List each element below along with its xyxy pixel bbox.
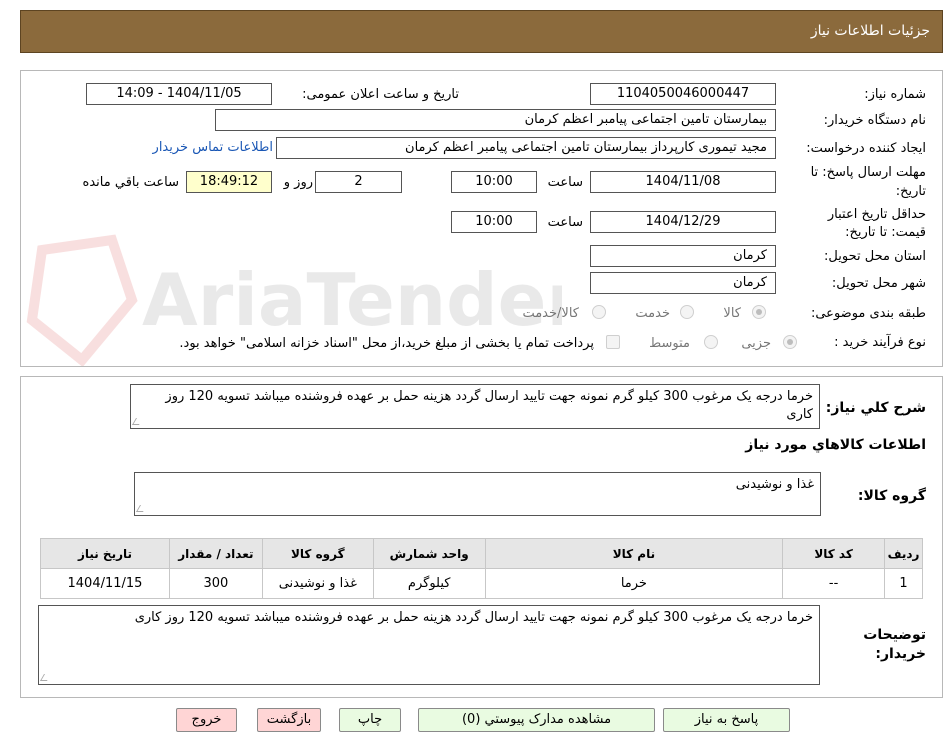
summary-label: شرح کلي نیاز: xyxy=(825,400,926,416)
creator-field: مجید تیموری کارپرداز بیمارستان تامین اجت… xyxy=(276,137,776,159)
process-minor-radio[interactable] xyxy=(783,335,797,349)
buyer-notes-textarea: خرما درجه یک مرغوب 300 کیلو گرم نمونه جه… xyxy=(38,605,820,685)
attachments-button[interactable]: مشاهده مدارک پیوستي (0) xyxy=(418,708,655,732)
goods-table: ردیف کد کالا نام کالا واحد شمارش گروه کا… xyxy=(40,538,923,599)
col-group-header: گروه کالا xyxy=(261,538,374,569)
col-unit-header: واحد شمارش xyxy=(372,538,486,569)
buyer-notes-label-2: خریدار: xyxy=(875,646,926,662)
cell-name: خرما xyxy=(484,568,784,599)
goods-group-text: غذا و نوشیدنی xyxy=(735,477,814,492)
buyer-contact-link[interactable]: اطلاعات تماس خریدار xyxy=(153,140,273,155)
days-label: روز و xyxy=(283,175,313,190)
category-goods-service-radio[interactable] xyxy=(592,305,606,319)
goods-group-label: گروه کالا: xyxy=(857,488,926,504)
summary-textarea: خرما درجه یک مرغوب 300 کیلو گرم نمونه جه… xyxy=(130,384,820,429)
col-qty-header: تعداد / مقدار xyxy=(168,538,263,569)
deadline-date-field: 1404/11/08 xyxy=(590,171,776,193)
cell-qty: 300 xyxy=(168,568,263,599)
buyer-org-label: نام دستگاه خریدار: xyxy=(823,113,926,128)
col-code-header: کد کالا xyxy=(782,538,886,569)
creator-label: ایجاد کننده درخواست: xyxy=(806,141,926,156)
remaining-label: ساعت باقي مانده xyxy=(82,175,179,190)
print-button[interactable]: چاپ xyxy=(339,708,401,732)
province-field: کرمان xyxy=(590,245,776,267)
buyer-notes-label: توضیحات xyxy=(863,627,926,643)
validity-label-2: قیمت: تا تاریخ: xyxy=(845,225,926,240)
buyer-org-field: بیمارستان تامین اجتماعی پیامبر اعظم کرما… xyxy=(215,109,776,131)
cell-row: 1 xyxy=(884,568,923,599)
announce-label: تاریخ و ساعت اعلان عمومی: xyxy=(302,87,459,102)
remaining-time-field: 18:49:12 xyxy=(186,171,272,193)
resize-handle-icon xyxy=(131,418,144,425)
validity-label: حداقل تاریخ اعتبار xyxy=(827,207,926,222)
category-service-label: خدمت xyxy=(635,306,670,321)
process-minor-label: جزیی xyxy=(741,336,771,351)
category-goods-radio[interactable] xyxy=(752,305,766,319)
category-goods-service-label: کالا/خدمت xyxy=(522,306,579,321)
deadline-time-label: ساعت xyxy=(547,175,583,190)
back-button[interactable]: بازگشت xyxy=(257,708,321,732)
col-name-header: نام کالا xyxy=(484,538,784,569)
need-number-label: شماره نیاز: xyxy=(864,87,926,102)
days-field: 2 xyxy=(315,171,402,193)
resize-handle-icon xyxy=(135,505,148,512)
announce-field: 1404/11/05 - 14:09 xyxy=(86,83,272,105)
validity-date-field: 1404/12/29 xyxy=(590,211,776,233)
buyer-notes-text: خرما درجه یک مرغوب 300 کیلو گرم نمونه جه… xyxy=(134,610,813,625)
exit-button[interactable]: خروج xyxy=(176,708,237,732)
resize-handle-icon xyxy=(39,674,52,681)
table-header-row: ردیف کد کالا نام کالا واحد شمارش گروه کا… xyxy=(40,538,923,569)
category-service-radio[interactable] xyxy=(680,305,694,319)
col-row-header: ردیف xyxy=(884,538,923,569)
validity-time-field: 10:00 xyxy=(451,211,537,233)
province-label: استان محل تحویل: xyxy=(824,249,926,264)
cell-date: 1404/11/15 xyxy=(40,568,170,599)
deadline-label-2: تاریخ: xyxy=(895,184,926,199)
cell-group: غذا و نوشیدنی xyxy=(261,568,374,599)
table-row: 1 -- خرما کیلوگرم غذا و نوشیدنی 300 1404… xyxy=(40,568,923,599)
need-number-field: 1104050046000447 xyxy=(590,83,776,105)
goods-section-title: اطلاعات کالاهاي مورد نیاز xyxy=(745,437,926,453)
process-medium-label: متوسط xyxy=(649,336,690,351)
summary-text: خرما درجه یک مرغوب 300 کیلو گرم نمونه جه… xyxy=(165,389,813,422)
goods-group-textarea: غذا و نوشیدنی xyxy=(134,472,821,516)
deadline-time-field: 10:00 xyxy=(451,171,537,193)
respond-button[interactable]: پاسخ به نیاز xyxy=(663,708,790,732)
category-label: طبقه بندی موضوعی: xyxy=(810,306,926,321)
treasury-payment-checkbox[interactable] xyxy=(606,335,620,349)
validity-time-label: ساعت xyxy=(547,215,583,230)
category-goods-label: کالا xyxy=(723,306,741,321)
col-date-header: تاریخ نیاز xyxy=(40,538,170,569)
city-label: شهر محل تحویل: xyxy=(831,276,926,291)
treasury-payment-note: پرداخت تمام یا بخشی از مبلغ خرید،از محل … xyxy=(179,336,594,351)
page-header: جزئیات اطلاعات نیاز xyxy=(20,10,943,53)
deadline-label: مهلت ارسال پاسخ: تا xyxy=(810,165,926,180)
process-medium-radio[interactable] xyxy=(704,335,718,349)
city-field: کرمان xyxy=(590,272,776,294)
cell-code: -- xyxy=(782,568,886,599)
page-title: جزئیات اطلاعات نیاز xyxy=(810,23,930,39)
process-label: نوع فرآیند خرید : xyxy=(834,335,926,350)
cell-unit: کیلوگرم xyxy=(372,568,486,599)
